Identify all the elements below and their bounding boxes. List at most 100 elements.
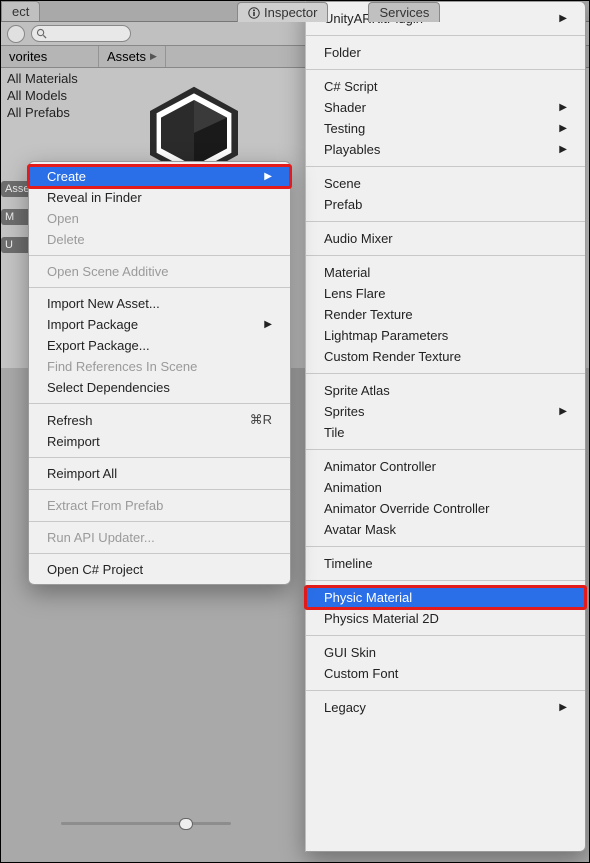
context-menu-item[interactable]: Select Dependencies — [29, 377, 290, 398]
menu-separator — [29, 255, 290, 256]
menu-item-label: Render Texture — [324, 307, 413, 322]
create-submenu-item[interactable]: Testing▶ — [306, 118, 585, 139]
menu-separator — [29, 489, 290, 490]
menu-item-label: GUI Skin — [324, 645, 376, 660]
menu-item-label: Reimport — [47, 434, 100, 449]
tab-services-label: Services — [379, 5, 429, 20]
menu-separator — [306, 221, 585, 222]
info-icon — [248, 7, 260, 19]
search-icon — [36, 28, 47, 39]
context-menu-item[interactable]: Import New Asset... — [29, 293, 290, 314]
menu-item-label: Custom Font — [324, 666, 398, 681]
create-submenu-item[interactable]: Prefab — [306, 194, 585, 215]
context-menu-item: Run API Updater... — [29, 527, 290, 548]
tab-inspector-label: Inspector — [264, 5, 317, 20]
folder-tree-sliver: Assets M U — [1, 181, 31, 283]
context-menu-item[interactable]: Open C# Project — [29, 559, 290, 580]
menu-separator — [306, 166, 585, 167]
create-dropdown-button[interactable] — [7, 25, 25, 43]
menu-item-label: Prefab — [324, 197, 362, 212]
favorites-item[interactable]: All Materials — [1, 70, 99, 87]
icon-size-slider[interactable] — [61, 816, 231, 830]
create-submenu-item[interactable]: Folder — [306, 42, 585, 63]
menu-item-label: C# Script — [324, 79, 377, 94]
create-submenu-item[interactable]: Physic Material — [306, 587, 585, 608]
menu-item-label: Import Package — [47, 317, 138, 332]
create-submenu-item[interactable]: Animator Override Controller — [306, 498, 585, 519]
context-menu-item[interactable]: Import Package ▶ — [29, 314, 290, 335]
create-submenu-item[interactable]: Playables▶ — [306, 139, 585, 160]
menu-item-label: Find References In Scene — [47, 359, 197, 374]
menu-separator — [29, 521, 290, 522]
context-menu-item[interactable]: Export Package... — [29, 335, 290, 356]
menu-item-label: Avatar Mask — [324, 522, 396, 537]
menu-item-label: Export Package... — [47, 338, 150, 353]
create-submenu-item[interactable]: Custom Font — [306, 663, 585, 684]
create-submenu-item[interactable]: Scene — [306, 173, 585, 194]
tab-project[interactable]: ect — [1, 1, 40, 21]
create-submenu-item[interactable]: Lightmap Parameters — [306, 325, 585, 346]
slider-thumb[interactable] — [179, 818, 193, 830]
context-menu-item[interactable]: Reveal in Finder — [29, 187, 290, 208]
menu-item-label: Testing — [324, 121, 365, 136]
create-submenu-item[interactable]: Legacy▶ — [306, 697, 585, 718]
create-submenu-item[interactable]: Animator Controller — [306, 456, 585, 477]
menu-separator — [306, 690, 585, 691]
tab-services[interactable]: Services — [368, 2, 440, 22]
create-submenu-item[interactable]: Render Texture — [306, 304, 585, 325]
create-submenu-item[interactable]: Material — [306, 262, 585, 283]
search-input[interactable] — [31, 25, 131, 42]
context-menu-item: Open — [29, 208, 290, 229]
menu-item-label: Shader — [324, 100, 366, 115]
tab-inspector[interactable]: Inspector — [237, 2, 328, 22]
menu-item-label: Custom Render Texture — [324, 349, 461, 364]
tree-assets-header[interactable]: Assets — [1, 181, 31, 197]
breadcrumb-favorites[interactable]: vorites — [1, 46, 99, 67]
context-menu-item[interactable]: Reimport All — [29, 463, 290, 484]
create-submenu-item[interactable]: Shader ▶ — [306, 97, 585, 118]
chevron-right-icon: ▶ — [264, 319, 272, 330]
menu-item-label: Reveal in Finder — [47, 190, 142, 205]
breadcrumb-assets[interactable]: Assets ▶ — [99, 46, 166, 67]
context-menu-item[interactable]: Create▶ — [29, 166, 290, 187]
create-submenu-item[interactable]: Custom Render Texture — [306, 346, 585, 367]
context-menu-item: Extract From Prefab — [29, 495, 290, 516]
create-submenu-item[interactable]: C# Script — [306, 76, 585, 97]
create-submenu-item[interactable]: GUI Skin — [306, 642, 585, 663]
menu-item-label: Audio Mixer — [324, 231, 393, 246]
menu-item-label: Open Scene Additive — [47, 264, 168, 279]
menu-item-label: Animation — [324, 480, 382, 495]
create-submenu-item[interactable]: Timeline — [306, 553, 585, 574]
menu-separator — [306, 35, 585, 36]
context-menu-item[interactable]: Refresh⌘R — [29, 409, 290, 431]
create-submenu-item[interactable]: Sprite Atlas — [306, 380, 585, 401]
create-submenu-item[interactable]: Physics Material 2D — [306, 608, 585, 629]
create-submenu-item[interactable]: Tile — [306, 422, 585, 443]
menu-item-label: Delete — [47, 232, 85, 247]
menu-item-label: Folder — [324, 45, 361, 60]
menu-item-label: Animator Controller — [324, 459, 436, 474]
tab-project-label: ect — [12, 4, 29, 19]
context-menu-item: Delete — [29, 229, 290, 250]
favorites-item[interactable]: All Prefabs — [1, 104, 99, 121]
menu-item-label: Reimport All — [47, 466, 117, 481]
create-submenu-item[interactable]: Avatar Mask — [306, 519, 585, 540]
create-submenu-item[interactable]: Audio Mixer — [306, 228, 585, 249]
menu-separator — [29, 287, 290, 288]
project-context-menu: Create▶ Reveal in Finder Open Delete Open Sc… — [28, 161, 291, 585]
menu-item-label: Physics Material 2D — [324, 611, 439, 626]
create-submenu-item[interactable]: Sprites▶ — [306, 401, 585, 422]
menu-separator — [29, 403, 290, 404]
create-submenu-item[interactable]: Lens Flare — [306, 283, 585, 304]
menu-item-label: Lens Flare — [324, 286, 385, 301]
chevron-right-icon: ▶ — [559, 102, 567, 113]
tree-item[interactable]: M — [1, 209, 31, 225]
create-submenu-item[interactable]: Animation — [306, 477, 585, 498]
favorites-item[interactable]: All Models — [1, 87, 99, 104]
tree-item[interactable]: U — [1, 237, 31, 253]
context-menu-item[interactable]: Reimport — [29, 431, 290, 452]
chevron-right-icon: ▶ — [559, 13, 567, 24]
menu-separator — [306, 580, 585, 581]
menu-item-label: Legacy — [324, 700, 366, 715]
menu-separator — [29, 553, 290, 554]
